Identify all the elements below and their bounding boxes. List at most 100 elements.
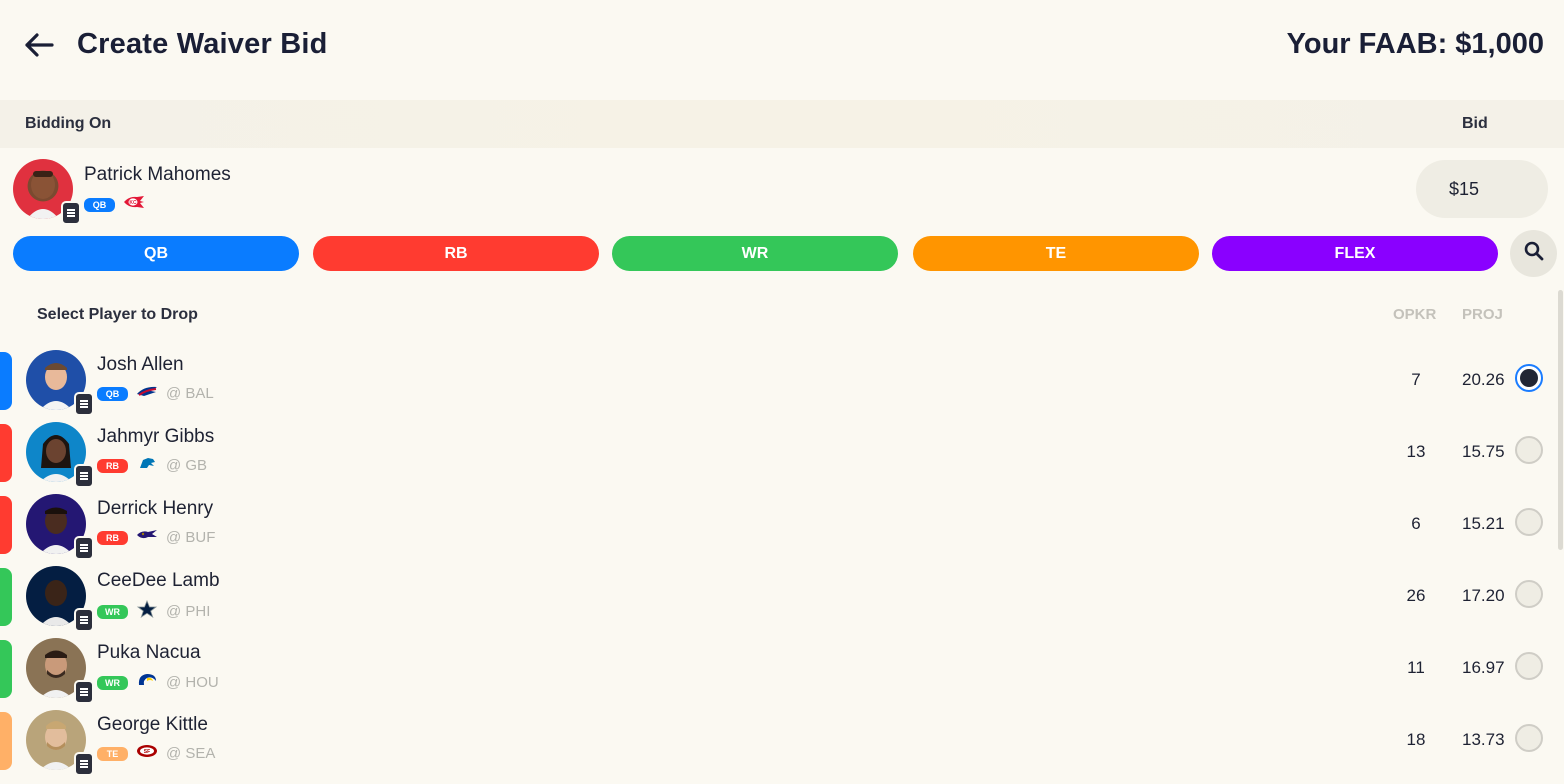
position-color-bar <box>0 640 12 698</box>
avatar[interactable] <box>26 494 94 560</box>
position-color-bar <box>0 568 12 626</box>
drop-radio[interactable] <box>1515 436 1543 464</box>
bid-amount-input[interactable]: $ 15 <box>1416 160 1548 218</box>
list-item[interactable]: Puka Nacua WR @ HOU 11 16.97 <box>0 638 1552 710</box>
target-player-name[interactable]: Patrick Mahomes <box>84 164 231 186</box>
position-badge: RB <box>97 530 128 545</box>
list-item[interactable]: Jahmyr Gibbs RB @ GB 13 15.75 <box>0 422 1552 494</box>
news-icon[interactable] <box>74 680 94 704</box>
opponent: @ PHI <box>166 603 211 620</box>
faab-balance: Your FAAB: $1,000 <box>1286 28 1544 60</box>
drop-list-header: Select Player to Drop OPKR PROJ <box>0 300 1564 330</box>
position-color-bar <box>0 424 12 482</box>
position-badge: TE <box>97 746 128 761</box>
player-meta: QB @ BAL <box>97 384 214 403</box>
bid-value: 15 <box>1459 178 1480 199</box>
bidding-header-bar: Bidding On Bid <box>0 100 1564 148</box>
avatar[interactable] <box>13 159 81 225</box>
position-color-bar <box>0 712 12 770</box>
drop-radio[interactable] <box>1515 364 1543 392</box>
filter-flex[interactable]: FLEX <box>1212 236 1498 271</box>
opkr-value: 26 <box>1406 586 1426 605</box>
filter-qb[interactable]: QB <box>13 236 299 271</box>
scrollbar[interactable] <box>1558 290 1563 550</box>
drop-radio[interactable] <box>1515 508 1543 536</box>
lions-logo-icon <box>136 456 158 475</box>
drop-radio[interactable] <box>1515 724 1543 752</box>
projection-value: 17.20 <box>1462 586 1505 605</box>
projection-value: 15.21 <box>1462 514 1505 533</box>
news-icon[interactable] <box>74 392 94 416</box>
player-meta: RB @ GB <box>97 456 207 475</box>
opkr-value: 11 <box>1407 658 1425 677</box>
bid-currency: $ <box>1449 178 1460 199</box>
projection-value: 20.26 <box>1462 370 1505 389</box>
back-arrow-icon[interactable] <box>22 28 56 62</box>
opponent: @ HOU <box>166 674 219 691</box>
avatar[interactable] <box>26 638 94 704</box>
rams-logo-icon <box>136 672 158 693</box>
filter-te[interactable]: TE <box>913 236 1199 271</box>
opkr-value: 7 <box>1411 370 1421 389</box>
player-name: Puka Nacua <box>97 642 201 663</box>
player-name: George Kittle <box>97 714 208 735</box>
projection-value: 15.75 <box>1462 442 1505 461</box>
position-color-bar <box>0 496 12 554</box>
filter-rb[interactable]: RB <box>313 236 599 271</box>
list-item[interactable]: George Kittle TE SF @ SEA 18 13.73 <box>0 710 1552 782</box>
position-badge: WR <box>97 675 128 690</box>
column-opkr[interactable]: OPKR <box>1393 306 1436 323</box>
news-icon[interactable] <box>74 608 94 632</box>
target-player: Patrick Mahomes QB KC $ 15 <box>0 150 1564 230</box>
chiefs-logo-icon: KC <box>123 195 145 214</box>
player-name: Derrick Henry <box>97 498 214 519</box>
svg-text:KC: KC <box>129 200 137 206</box>
list-item[interactable]: Josh Allen QB @ BAL 7 20.26 <box>0 350 1552 422</box>
avatar[interactable] <box>26 350 94 416</box>
player-meta: RB @ BUF <box>97 528 215 547</box>
news-icon[interactable] <box>74 752 94 776</box>
player-name: Josh Allen <box>97 354 184 375</box>
avatar[interactable] <box>26 422 94 488</box>
player-meta: WR @ HOU <box>97 672 219 693</box>
news-icon[interactable] <box>61 201 81 225</box>
bidding-on-label: Bidding On <box>25 115 112 132</box>
page-title: Create Waiver Bid <box>77 28 328 60</box>
avatar[interactable] <box>26 710 94 776</box>
player-meta: TE SF @ SEA <box>97 744 215 763</box>
search-button[interactable] <box>1510 230 1557 277</box>
header: Create Waiver Bid Your FAAB: $1,000 <box>0 0 1564 100</box>
player-name: Jahmyr Gibbs <box>97 426 215 447</box>
position-badge: QB <box>84 197 115 212</box>
select-player-label: Select Player to Drop <box>37 306 198 323</box>
filter-wr[interactable]: WR <box>612 236 898 271</box>
bills-logo-icon <box>136 384 158 403</box>
player-meta: WR @ PHI <box>97 599 211 623</box>
49ers-logo-icon: SF <box>136 744 158 763</box>
opponent: @ GB <box>166 457 208 474</box>
news-icon[interactable] <box>74 536 94 560</box>
position-badge: WR <box>97 604 128 619</box>
drop-radio[interactable] <box>1515 652 1543 680</box>
cowboys-logo-icon <box>136 599 158 623</box>
avatar[interactable] <box>26 566 94 632</box>
position-badge: RB <box>97 458 128 473</box>
column-proj[interactable]: PROJ <box>1462 306 1503 323</box>
list-item[interactable]: Derrick Henry RB @ BUF 6 15.21 <box>0 494 1552 566</box>
search-icon <box>1524 241 1544 266</box>
position-badge: QB <box>97 386 128 401</box>
opponent: @ BUF <box>166 529 216 546</box>
svg-text:SF: SF <box>144 749 150 755</box>
projection-value: 13.73 <box>1462 730 1505 749</box>
projection-value: 16.97 <box>1462 658 1505 677</box>
list-item[interactable]: CeeDee Lamb WR @ PHI 26 17.20 <box>0 566 1552 638</box>
opkr-value: 18 <box>1406 730 1426 749</box>
opponent: @ SEA <box>166 745 216 762</box>
drop-radio[interactable] <box>1515 580 1543 608</box>
position-filters: QB RB WR TE FLEX <box>13 230 1557 277</box>
news-icon[interactable] <box>74 464 94 488</box>
ravens-logo-icon <box>136 528 158 547</box>
opponent: @ BAL <box>166 385 214 402</box>
opkr-value: 6 <box>1411 514 1421 533</box>
player-name: CeeDee Lamb <box>97 570 220 591</box>
